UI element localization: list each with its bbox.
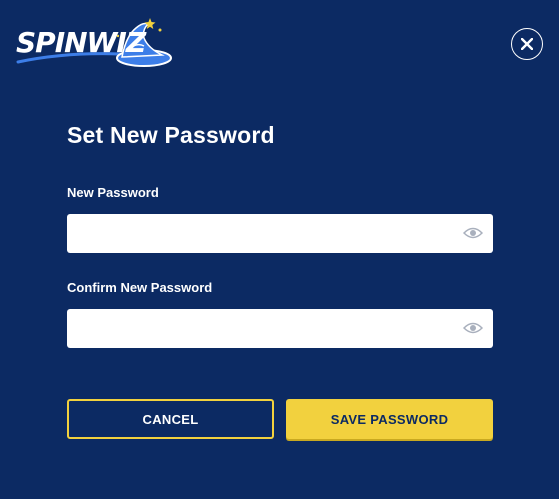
close-icon xyxy=(521,38,533,50)
new-password-input[interactable] xyxy=(67,214,447,253)
spinwiz-logo[interactable]: SPINWIZ xyxy=(16,16,174,70)
new-password-field[interactable] xyxy=(67,214,493,253)
eye-icon xyxy=(462,227,484,239)
page-title: Set New Password xyxy=(67,122,275,148)
show-password-toggle[interactable] xyxy=(462,226,484,240)
show-confirm-password-toggle[interactable] xyxy=(462,321,484,335)
save-password-button[interactable]: SAVE PASSWORD xyxy=(286,399,493,439)
confirm-password-label: Confirm New Password xyxy=(67,280,213,295)
confirm-password-input[interactable] xyxy=(67,309,447,348)
new-password-label: New Password xyxy=(67,185,159,200)
brand-wordmark: SPINWIZ xyxy=(16,26,146,59)
close-button[interactable] xyxy=(511,28,543,60)
cancel-button[interactable]: CANCEL xyxy=(67,399,274,439)
confirm-password-field[interactable] xyxy=(67,309,493,348)
eye-icon xyxy=(462,322,484,334)
